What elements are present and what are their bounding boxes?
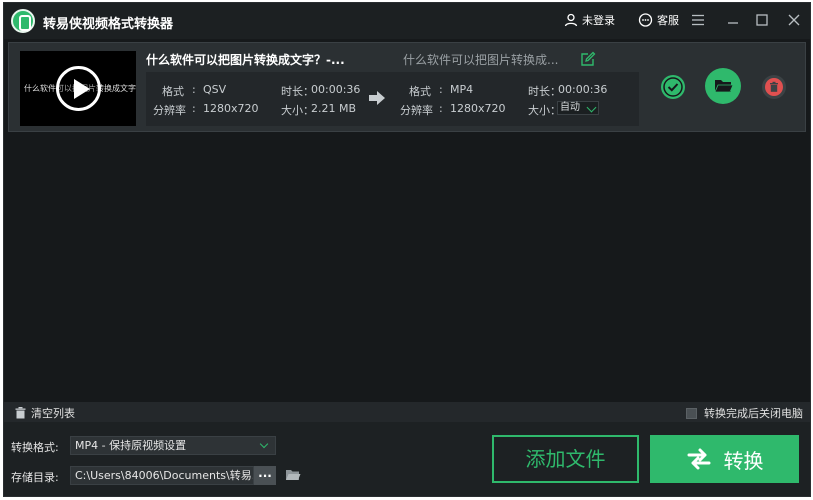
convert-label: 转换 [723, 448, 764, 473]
source-duration-value: 00:00:36 [311, 83, 361, 96]
folder-icon [714, 80, 734, 93]
file-info-panel: 格式 : QSV 分辨率 : 1280x720 时长： 00:00:36 大小：… [146, 72, 639, 126]
open-output-folder-button[interactable] [705, 68, 741, 104]
clear-list-label: 清空列表 [31, 407, 75, 420]
source-format-colon: : [192, 83, 196, 96]
edit-icon[interactable] [580, 51, 596, 67]
target-resolution-value: 1280x720 [450, 102, 506, 115]
format-label: 转换格式: [11, 441, 59, 454]
source-resolution-colon: : [192, 102, 196, 115]
convert-button[interactable]: 转换 [650, 435, 799, 483]
source-resolution-value: 1280x720 [203, 102, 259, 115]
user-icon [564, 13, 578, 27]
output-file-name[interactable]: 什么软件可以把图片转换成... [403, 51, 558, 68]
app-window: 转易侠视频格式转换器 未登录 客服 什么软件可以把图片转换成文字? 什么软件可以… [3, 2, 811, 497]
trash-icon [15, 407, 26, 419]
target-format-colon: : [439, 83, 443, 96]
source-format-value: QSV [203, 83, 227, 96]
target-duration-value: 00:00:36 [558, 83, 608, 96]
close-icon[interactable] [786, 12, 802, 28]
chat-icon [638, 13, 653, 27]
trash-icon [765, 78, 783, 96]
target-size-value: 自动 [560, 102, 580, 113]
shutdown-label: 转换完成后关闭电脑 [704, 407, 803, 420]
source-duration-label: 时长： [281, 85, 314, 98]
play-icon[interactable] [56, 66, 101, 111]
file-list: 什么软件可以把图片转换成文字? 什么软件可以把图片转换成文字？-... 什么软件… [4, 39, 810, 402]
login-button[interactable]: 未登录 [564, 12, 615, 28]
list-toolbar: 清空列表 转换完成后关闭电脑 [4, 402, 810, 422]
browse-path-button[interactable]: ... [254, 466, 276, 485]
app-logo-icon [11, 9, 35, 33]
source-file-name: 什么软件可以把图片转换成文字？-... [146, 53, 345, 67]
customer-service-label: 客服 [657, 14, 679, 27]
video-thumbnail[interactable]: 什么软件可以把图片转换成文字? [20, 51, 136, 126]
target-resolution-label: 分辨率 [400, 104, 433, 117]
source-size-label: 大小： [281, 104, 314, 117]
title-bar: 转易侠视频格式转换器 未登录 客服 [4, 3, 810, 39]
source-format-label: 格式 [162, 85, 184, 98]
clear-list-button[interactable]: 清空列表 [15, 405, 75, 421]
target-resolution-colon: : [439, 102, 443, 115]
output-settings-panel: 转换格式: MP4 - 保持原视频设置 存储目录: C:\Users\84006… [4, 422, 810, 496]
folder-icon[interactable] [285, 468, 301, 482]
add-file-button[interactable]: 添加文件 [492, 435, 639, 483]
shutdown-checkbox[interactable] [686, 407, 697, 419]
file-list-item[interactable]: 什么软件可以把图片转换成文字? 什么软件可以把图片转换成文字？-... 什么软件… [8, 42, 806, 132]
target-size-select[interactable]: 自动 [557, 101, 599, 115]
chevron-down-icon [586, 102, 597, 113]
output-format-select[interactable]: MP4 - 保持原视频设置 [70, 436, 276, 455]
minimize-icon[interactable] [725, 12, 741, 28]
target-format-label: 格式 [409, 85, 431, 98]
output-format-value: MP4 - 保持原视频设置 [75, 439, 187, 452]
target-format-value: MP4 [450, 83, 474, 96]
shutdown-option[interactable]: 转换完成后关闭电脑 [686, 405, 803, 421]
maximize-icon[interactable] [754, 12, 770, 28]
customer-service-button[interactable]: 客服 [638, 12, 679, 28]
success-check-icon [661, 75, 685, 99]
convert-arrows-icon [687, 448, 710, 470]
menu-icon[interactable] [690, 12, 706, 28]
app-title: 转易侠视频格式转换器 [43, 17, 174, 32]
source-size-value: 2.21 MB [311, 102, 357, 115]
save-path-input[interactable]: C:\Users\84006\Documents\转易... [70, 466, 254, 485]
delete-item-button[interactable] [762, 75, 786, 99]
source-resolution-label: 分辨率 [153, 104, 186, 117]
arrow-right-icon [369, 91, 385, 105]
save-path-label: 存储目录: [11, 471, 59, 484]
target-duration-label: 时长： [528, 85, 561, 98]
chevron-down-icon [259, 439, 269, 449]
login-label: 未登录 [582, 14, 615, 27]
